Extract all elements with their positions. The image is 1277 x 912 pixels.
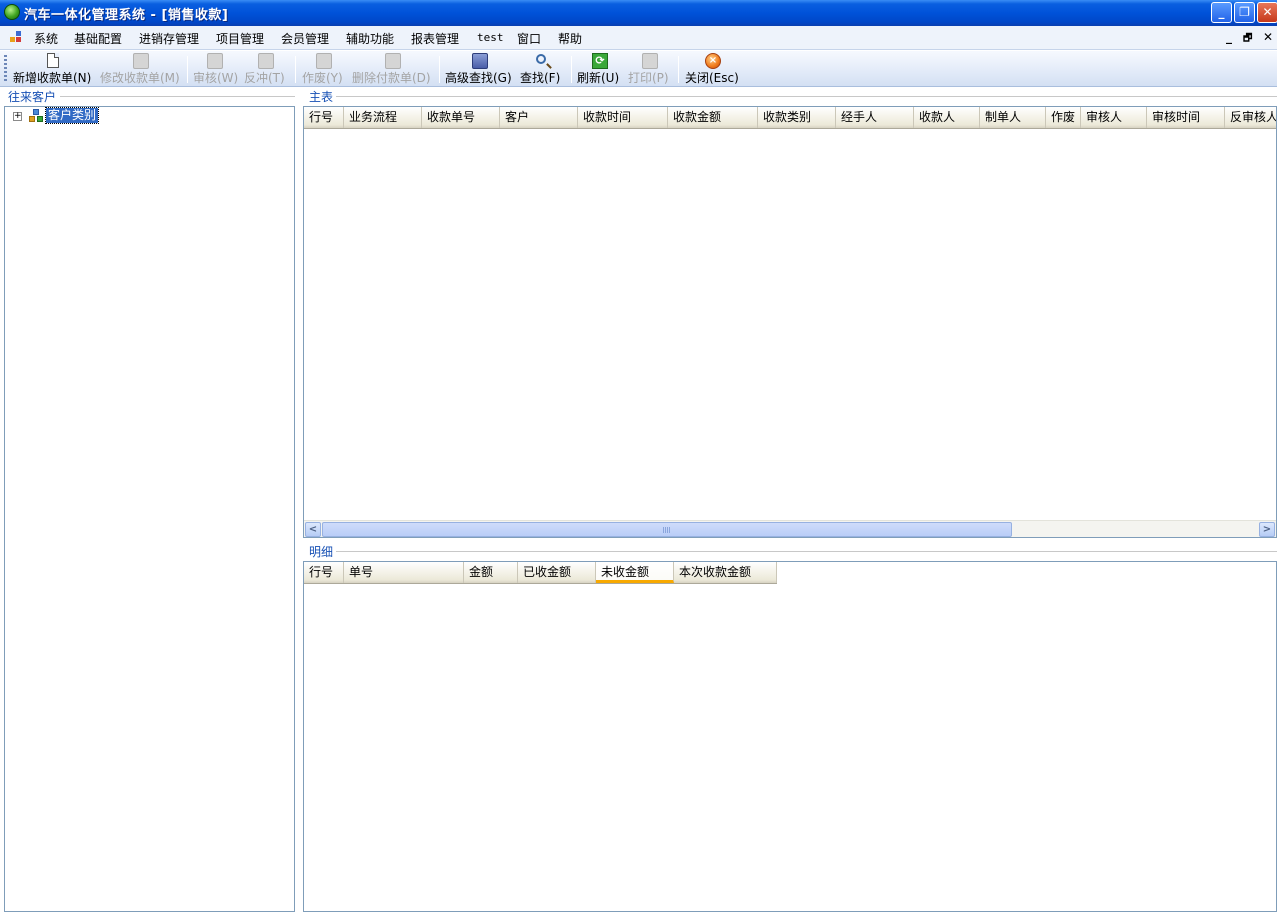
main-grid[interactable] [303, 106, 1277, 538]
column-header[interactable]: 经手人 [836, 107, 914, 128]
delete-icon [385, 53, 401, 69]
scroll-thumb[interactable] [322, 522, 1012, 537]
void-button[interactable]: 作废(Y) [302, 53, 346, 85]
print-label: 打印(P) [628, 71, 669, 85]
column-header[interactable]: 收款时间 [578, 107, 668, 128]
toolbar-separator [187, 56, 188, 83]
menu-help[interactable]: 帮助 [558, 30, 582, 46]
print-icon [642, 53, 658, 69]
column-header[interactable]: 收款单号 [422, 107, 500, 128]
tree-node-customer-category[interactable]: 客户类别 [44, 107, 100, 124]
restore-button[interactable]: ❐ [1234, 2, 1255, 23]
new-document-icon [47, 53, 59, 68]
menu-reports[interactable]: 报表管理 [411, 30, 459, 46]
customer-tree-panel[interactable] [4, 106, 295, 912]
column-header[interactable]: 业务流程 [344, 107, 422, 128]
panel-divider [336, 96, 1277, 97]
mdi-child-icon[interactable] [10, 31, 22, 43]
window-title: 汽车一体化管理系统 - [销售收款] [24, 8, 229, 23]
panel-divider [336, 551, 1277, 552]
detail-grid-header: 行号 单号 金额 已收金额 未收金额 本次收款金额 [304, 562, 777, 584]
column-header[interactable]: 收款类别 [758, 107, 836, 128]
mdi-restore-button[interactable]: 🗗 [1243, 31, 1252, 48]
column-header-active[interactable]: 未收金额 [596, 562, 674, 583]
toolbar-separator [439, 56, 440, 83]
edit-receipt-button[interactable]: 修改收款单(M) [100, 53, 182, 85]
column-header[interactable]: 金额 [464, 562, 518, 583]
column-header[interactable]: 反审核人 [1225, 107, 1276, 128]
edit-receipt-label: 修改收款单(M) [100, 71, 180, 85]
column-header[interactable]: 行号 [304, 562, 344, 583]
column-header[interactable]: 单号 [344, 562, 464, 583]
edit-document-icon [133, 53, 149, 69]
menu-system[interactable]: 系统 [34, 30, 58, 46]
toolbar-grip[interactable] [4, 55, 7, 82]
main-grid-header: 行号 业务流程 收款单号 客户 收款时间 收款金额 收款类别 经手人 收款人 制… [304, 107, 1276, 129]
column-header[interactable]: 审核人 [1081, 107, 1147, 128]
void-icon [316, 53, 332, 69]
menu-inventory[interactable]: 进销存管理 [139, 30, 199, 46]
close-window-button[interactable]: ✕ [1257, 2, 1277, 23]
advanced-search-icon [472, 53, 488, 69]
close-label: 关闭(Esc) [685, 71, 739, 85]
mdi-close-button[interactable]: ✕ [1263, 30, 1273, 44]
menu-window[interactable]: 窗口 [517, 30, 541, 46]
main-table-title: 主表 [309, 90, 334, 104]
column-header[interactable]: 已收金额 [518, 562, 596, 583]
approve-button[interactable]: 审核(W) [193, 53, 239, 85]
new-receipt-button[interactable]: 新增收款单(N) [13, 53, 93, 85]
column-header[interactable]: 本次收款金额 [674, 562, 777, 583]
column-header[interactable]: 制单人 [980, 107, 1046, 128]
search-label: 查找(F) [520, 71, 561, 85]
column-header[interactable]: 收款人 [914, 107, 980, 128]
menu-basic-config[interactable]: 基础配置 [74, 30, 122, 46]
detail-grid[interactable] [303, 561, 1277, 912]
reverse-label: 反冲(T) [244, 71, 285, 85]
title-bar: 汽车一体化管理系统 - [销售收款] _ ❐ ✕ [0, 0, 1277, 26]
app-logo-icon [4, 4, 20, 20]
column-header[interactable]: 作废 [1046, 107, 1081, 128]
approve-label: 审核(W) [193, 71, 239, 85]
customer-panel-title: 往来客户 [8, 90, 57, 104]
main-grid-hscrollbar[interactable]: < > [304, 520, 1276, 537]
void-label: 作废(Y) [302, 71, 343, 85]
toolbar-separator [678, 56, 679, 83]
advanced-search-label: 高级查找(G) [445, 71, 512, 85]
refresh-label: 刷新(U) [577, 71, 620, 85]
detail-table-title: 明细 [309, 545, 334, 559]
reverse-button[interactable]: 反冲(T) [244, 53, 288, 85]
advanced-search-button[interactable]: 高级查找(G) [445, 53, 513, 85]
menu-test[interactable]: test [477, 31, 504, 47]
delete-payment-label: 删除付款单(D) [352, 71, 431, 85]
menu-assist[interactable]: 辅助功能 [346, 30, 394, 46]
menu-member[interactable]: 会员管理 [281, 30, 329, 46]
new-receipt-label: 新增收款单(N) [13, 71, 92, 85]
toolbar-separator [571, 56, 572, 83]
scroll-left-button[interactable]: < [305, 522, 321, 537]
close-icon: × [705, 53, 721, 69]
column-header[interactable]: 审核时间 [1147, 107, 1225, 128]
customer-category-icon [29, 109, 43, 123]
mdi-minimize-button[interactable]: _ [1226, 30, 1232, 44]
scroll-right-button[interactable]: > [1259, 522, 1275, 537]
search-button[interactable]: 查找(F) [520, 53, 564, 85]
toolbar-separator [295, 56, 296, 83]
refresh-icon: ⟳ [592, 53, 608, 69]
delete-payment-button[interactable]: 删除付款单(D) [352, 53, 434, 85]
search-icon [536, 54, 546, 64]
approve-icon [207, 53, 223, 69]
minimize-button[interactable]: _ [1211, 2, 1232, 23]
close-button[interactable]: × 关闭(Esc) [685, 53, 741, 85]
tree-expand-toggle[interactable]: + [13, 112, 22, 121]
panel-divider [60, 96, 295, 97]
column-header[interactable]: 行号 [304, 107, 344, 128]
scroll-grip [663, 527, 671, 533]
menu-project[interactable]: 项目管理 [216, 30, 264, 46]
refresh-button[interactable]: ⟳ 刷新(U) [577, 53, 621, 85]
reverse-icon [258, 53, 274, 69]
column-header[interactable]: 收款金额 [668, 107, 758, 128]
column-header[interactable]: 客户 [500, 107, 578, 128]
print-button[interactable]: 打印(P) [628, 53, 672, 85]
